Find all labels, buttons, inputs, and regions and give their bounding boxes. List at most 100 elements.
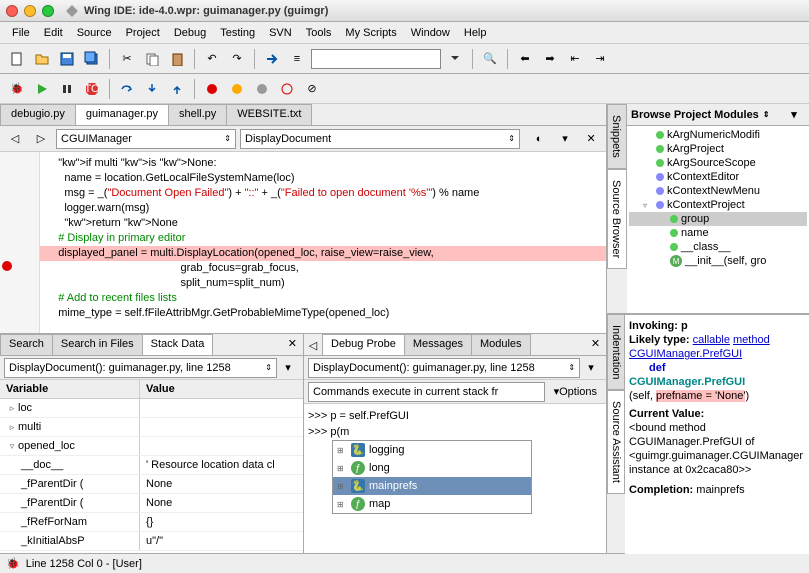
variable-row[interactable]: _fParentDir (None (0, 475, 303, 494)
new-file-icon[interactable] (6, 48, 28, 70)
cut-icon[interactable]: ✂ (116, 48, 138, 70)
code-line[interactable]: logger.warn(msg) (0, 201, 606, 216)
sidetab-source-assistant[interactable]: Source Assistant (607, 390, 625, 494)
module-tree[interactable]: kArgNumericModifikArgProjectkArgSourceSc… (627, 126, 809, 313)
menu-myscripts[interactable]: My Scripts (339, 25, 402, 41)
redo-icon[interactable]: ↷ (226, 48, 248, 70)
menu-debug[interactable]: Debug (168, 25, 212, 41)
panel-close-icon[interactable]: ✕ (585, 334, 606, 355)
code-line[interactable]: "kw">return "kw">None (0, 216, 606, 231)
variable-row[interactable]: ▹loc (0, 399, 303, 418)
breakpoint-clear-icon[interactable] (276, 78, 298, 100)
stack-frame-selector[interactable]: DisplayDocument(): guimanager.py, line 1… (4, 358, 277, 378)
save-icon[interactable] (56, 48, 78, 70)
panel-nav-back-icon[interactable]: ◁ (304, 334, 322, 356)
step-over-icon[interactable] (116, 78, 138, 100)
tab-messages[interactable]: Messages (404, 334, 472, 355)
menu-file[interactable]: File (6, 25, 36, 41)
sidetab-source-browser[interactable]: Source Browser (607, 169, 627, 269)
chevron-updown-icon[interactable]: ⇕ (763, 110, 770, 119)
tab-debug-probe[interactable]: Debug Probe (322, 334, 405, 355)
probe-frame-selector[interactable]: DisplayDocument(): guimanager.py, line 1… (308, 358, 580, 378)
menu-help[interactable]: Help (458, 25, 493, 41)
panel-options-icon[interactable]: ▾ (783, 104, 805, 126)
tab-search-in-files[interactable]: Search in Files (52, 334, 143, 355)
menu-window[interactable]: Window (405, 25, 456, 41)
search-dropdown-icon[interactable] (444, 48, 466, 70)
tab-debugio[interactable]: debugio.py (0, 104, 76, 125)
tab-shell[interactable]: shell.py (168, 104, 227, 125)
tree-item[interactable]: ▿kContextProject (629, 198, 807, 212)
breakpoint-cond-icon[interactable] (226, 78, 248, 100)
ignore-exceptions-icon[interactable]: ⊘ (301, 78, 323, 100)
breakpoint-icon[interactable] (201, 78, 223, 100)
open-file-icon[interactable] (31, 48, 53, 70)
variables-table[interactable]: Variable Value ▹loc▹multi▿opened_loc __d… (0, 380, 303, 553)
debug-probe-console[interactable]: >>> p = self.PrefGUI >>> p(m ⊞🐍logging⊞ƒ… (304, 404, 606, 553)
step-out-icon[interactable] (166, 78, 188, 100)
link-prefgui[interactable]: CGUIManager.PrefGUI (629, 348, 742, 360)
tree-item[interactable]: kContextNewMenu (629, 184, 807, 198)
column-value[interactable]: Value (140, 380, 303, 398)
editor-gutter[interactable] (0, 152, 40, 333)
autocomplete-item[interactable]: ⊞🐍mainprefs (333, 477, 531, 495)
menu-source[interactable]: Source (71, 25, 118, 41)
menu-edit[interactable]: Edit (38, 25, 69, 41)
code-line[interactable]: name = location.GetLocalFileSystemName(l… (0, 171, 606, 186)
autocomplete-item[interactable]: ⊞ƒmap (333, 495, 531, 513)
sidetab-snippets[interactable]: Snippets (607, 104, 627, 169)
search-prev-icon[interactable]: 🔍 (479, 48, 501, 70)
code-line[interactable]: msg = _("Document Open Failed") + "::" +… (0, 186, 606, 201)
variable-row[interactable]: __doc__' Resource location data cl (0, 456, 303, 475)
end-icon[interactable]: ⇥ (589, 48, 611, 70)
options-button[interactable]: ▾ Options (549, 381, 602, 403)
maximize-window-button[interactable] (42, 5, 54, 17)
close-editor-icon[interactable]: ✕ (580, 128, 602, 150)
run-icon[interactable] (31, 78, 53, 100)
autocomplete-item[interactable]: ⊞🐍logging (333, 441, 531, 459)
column-variable[interactable]: Variable (0, 380, 140, 398)
stop-icon[interactable]: STOP (81, 78, 103, 100)
method-selector[interactable]: DisplayDocument ⇕ (240, 129, 520, 149)
breakpoint-disable-icon[interactable] (251, 78, 273, 100)
variable-row[interactable]: _fRefForNam{} (0, 513, 303, 532)
code-line[interactable]: # Display in primary editor (0, 231, 606, 246)
paste-icon[interactable] (166, 48, 188, 70)
minimize-window-button[interactable] (24, 5, 36, 17)
sidetab-indentation[interactable]: Indentation (607, 314, 625, 390)
variable-row[interactable]: ▿opened_loc (0, 437, 303, 456)
breakpoint-marker[interactable] (2, 261, 12, 271)
nav-fwd-icon[interactable]: ▷ (30, 128, 52, 150)
code-editor[interactable]: "kw">if multi "kw">is "kw">None: name = … (0, 152, 606, 333)
close-window-button[interactable] (6, 5, 18, 17)
nav-back-icon[interactable]: ◁ (4, 128, 26, 150)
code-line[interactable]: split_num=split_num) (0, 276, 606, 291)
bug-status-icon[interactable]: 🐞 (6, 557, 20, 570)
menu-testing[interactable]: Testing (214, 25, 261, 41)
tab-modules[interactable]: Modules (471, 334, 531, 355)
readonly-icon[interactable]: ◐ (528, 128, 550, 150)
tree-item[interactable]: kContextEditor (629, 170, 807, 184)
code-line[interactable]: displayed_panel = multi.DisplayLocation(… (0, 246, 606, 261)
home-icon[interactable]: ⇤ (564, 48, 586, 70)
tree-item[interactable]: kArgNumericModifi (629, 128, 807, 142)
panel-close-icon[interactable]: ✕ (282, 334, 303, 355)
link-callable[interactable]: callable (693, 334, 730, 346)
panel-options-icon[interactable]: ▾ (277, 357, 299, 379)
tree-item[interactable]: M__init__(self, gro (629, 254, 807, 268)
options-dropdown-icon[interactable]: ▾ (554, 128, 576, 150)
copy-icon[interactable] (141, 48, 163, 70)
menu-project[interactable]: Project (120, 25, 166, 41)
tree-item[interactable]: group (629, 212, 807, 226)
tree-item[interactable]: kArgSourceScope (629, 156, 807, 170)
undo-icon[interactable]: ↶ (201, 48, 223, 70)
panel-options-icon[interactable]: ▾ (580, 357, 602, 379)
variable-row[interactable]: _kInitialAbsPu"/" (0, 532, 303, 551)
save-all-icon[interactable] (81, 48, 103, 70)
code-line[interactable]: # Add to recent files lists (0, 291, 606, 306)
variable-row[interactable]: _fParentDir (None (0, 494, 303, 513)
tab-search[interactable]: Search (0, 334, 53, 355)
code-line[interactable]: grab_focus=grab_focus, (0, 261, 606, 276)
pause-icon[interactable] (56, 78, 78, 100)
menu-svn[interactable]: SVN (263, 25, 298, 41)
